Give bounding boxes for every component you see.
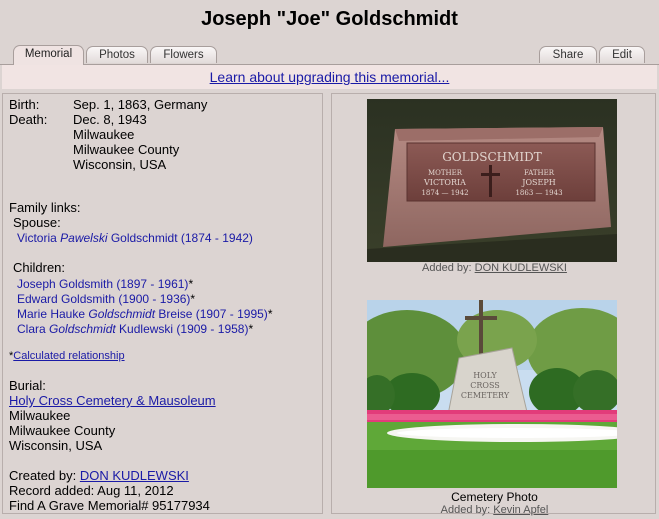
record-added: Record added: Aug 11, 2012	[9, 483, 174, 498]
children-label: Children:	[13, 260, 66, 275]
cemetery-link[interactable]: Holy Cross Cemetery & Mausoleum	[9, 393, 216, 408]
death-city: Milwaukee	[73, 127, 135, 142]
cemetery-photo-caption: Cemetery Photo	[451, 490, 538, 504]
burial-city: Milwaukee	[9, 408, 71, 423]
memorial-id: Find A Grave Memorial# 95177934	[9, 498, 210, 513]
cemetery-photo[interactable]: HOLY CROSS CEMETERY	[367, 300, 617, 488]
tab-flowers[interactable]: Flowers	[150, 46, 217, 63]
cemetery-added-by-link[interactable]: Kevin Apfel	[493, 504, 548, 516]
cemetery-sign-line3: CEMETERY	[461, 391, 510, 400]
headstone-surname: GOLDSCHMIDT	[442, 150, 542, 164]
family-links-heading: Family links:	[9, 200, 81, 215]
child-item: Clara Goldschmidt Kudlewski (1909 - 1958…	[17, 322, 254, 336]
child-link[interactable]: Joseph Goldsmith (1897 - 1961)	[17, 277, 188, 291]
spouse-link[interactable]: Victoria Pawelski Goldschmidt (1874 - 19…	[17, 231, 253, 245]
headstone-left-name: VICTORIA	[423, 178, 466, 187]
child-link[interactable]: Edward Goldsmith (1900 - 1936)	[17, 292, 190, 306]
cemetery-image: HOLY CROSS CEMETERY	[367, 300, 617, 488]
death-label: Death:	[9, 112, 48, 127]
memorial-details-panel: Birth: Sep. 1, 1863, Germany Death: Dec.…	[2, 93, 323, 514]
child-item: Joseph Goldsmith (1897 - 1961)*	[17, 277, 194, 291]
tab-memorial[interactable]: Memorial	[13, 45, 84, 65]
tab-photos[interactable]: Photos	[86, 46, 148, 63]
page-title: Joseph "Joe" Goldschmidt	[201, 8, 458, 30]
tab-bar: Memorial Photos Flowers Share Edit	[0, 44, 659, 65]
spouse-label: Spouse:	[13, 215, 61, 230]
burial-county: Milwaukee County	[9, 423, 116, 438]
headstone-added-by-link[interactable]: DON KUDLEWSKI	[475, 262, 567, 274]
calculated-relationship-link[interactable]: Calculated relationship	[13, 350, 124, 362]
child-link[interactable]: Marie Hauke Goldschmidt Breise (1907 - 1…	[17, 307, 268, 321]
headstone-right-name: JOSEPH	[521, 178, 555, 187]
cross-icon	[489, 165, 492, 197]
calculated-relationship-note: *Calculated relationship	[9, 350, 125, 362]
birth-label: Birth:	[9, 97, 40, 112]
headstone-photo[interactable]: GOLDSCHMIDT MOTHER VICTORIA 1874 — 1942 …	[367, 99, 617, 262]
burial-label: Burial:	[9, 378, 46, 393]
cemetery-added-caption: Added by: Kevin Apfel	[440, 504, 549, 516]
child-item: Marie Hauke Goldschmidt Breise (1907 - 1…	[17, 307, 273, 321]
tab-share[interactable]: Share	[539, 46, 597, 63]
burial-state: Wisconsin, USA	[9, 438, 103, 453]
cemetery-sign-line1: HOLY	[473, 371, 497, 380]
burial-cemetery: Holy Cross Cemetery & Mausoleum	[9, 393, 216, 408]
headstone-image: GOLDSCHMIDT MOTHER VICTORIA 1874 — 1942 …	[367, 99, 617, 262]
birth-value: Sep. 1, 1863, Germany	[73, 97, 208, 112]
headstone-left-role: MOTHER	[428, 169, 463, 177]
death-date: Dec. 8, 1943	[73, 112, 147, 127]
headstone-caption: Added by: DON KUDLEWSKI	[422, 262, 567, 274]
cemetery-sign-line2: CROSS	[470, 381, 500, 390]
tab-edit[interactable]: Edit	[599, 46, 645, 63]
photos-panel: GOLDSCHMIDT MOTHER VICTORIA 1874 — 1942 …	[331, 93, 656, 516]
death-state: Wisconsin, USA	[73, 157, 167, 172]
headstone-left-dates: 1874 — 1942	[421, 189, 468, 197]
headstone-right-dates: 1863 — 1943	[515, 189, 562, 197]
death-county: Milwaukee County	[73, 142, 180, 157]
headstone-right-role: FATHER	[524, 169, 555, 177]
created-by-link[interactable]: DON KUDLEWSKI	[80, 468, 189, 483]
upgrade-link[interactable]: Learn about upgrading this memorial...	[210, 69, 450, 85]
child-item: Edward Goldsmith (1900 - 1936)*	[17, 292, 196, 306]
upgrade-banner: Learn about upgrading this memorial...	[2, 65, 657, 89]
created-by: Created by: DON KUDLEWSKI	[9, 468, 189, 483]
child-link[interactable]: Clara Goldschmidt Kudlewski (1909 - 1958…	[17, 322, 248, 336]
